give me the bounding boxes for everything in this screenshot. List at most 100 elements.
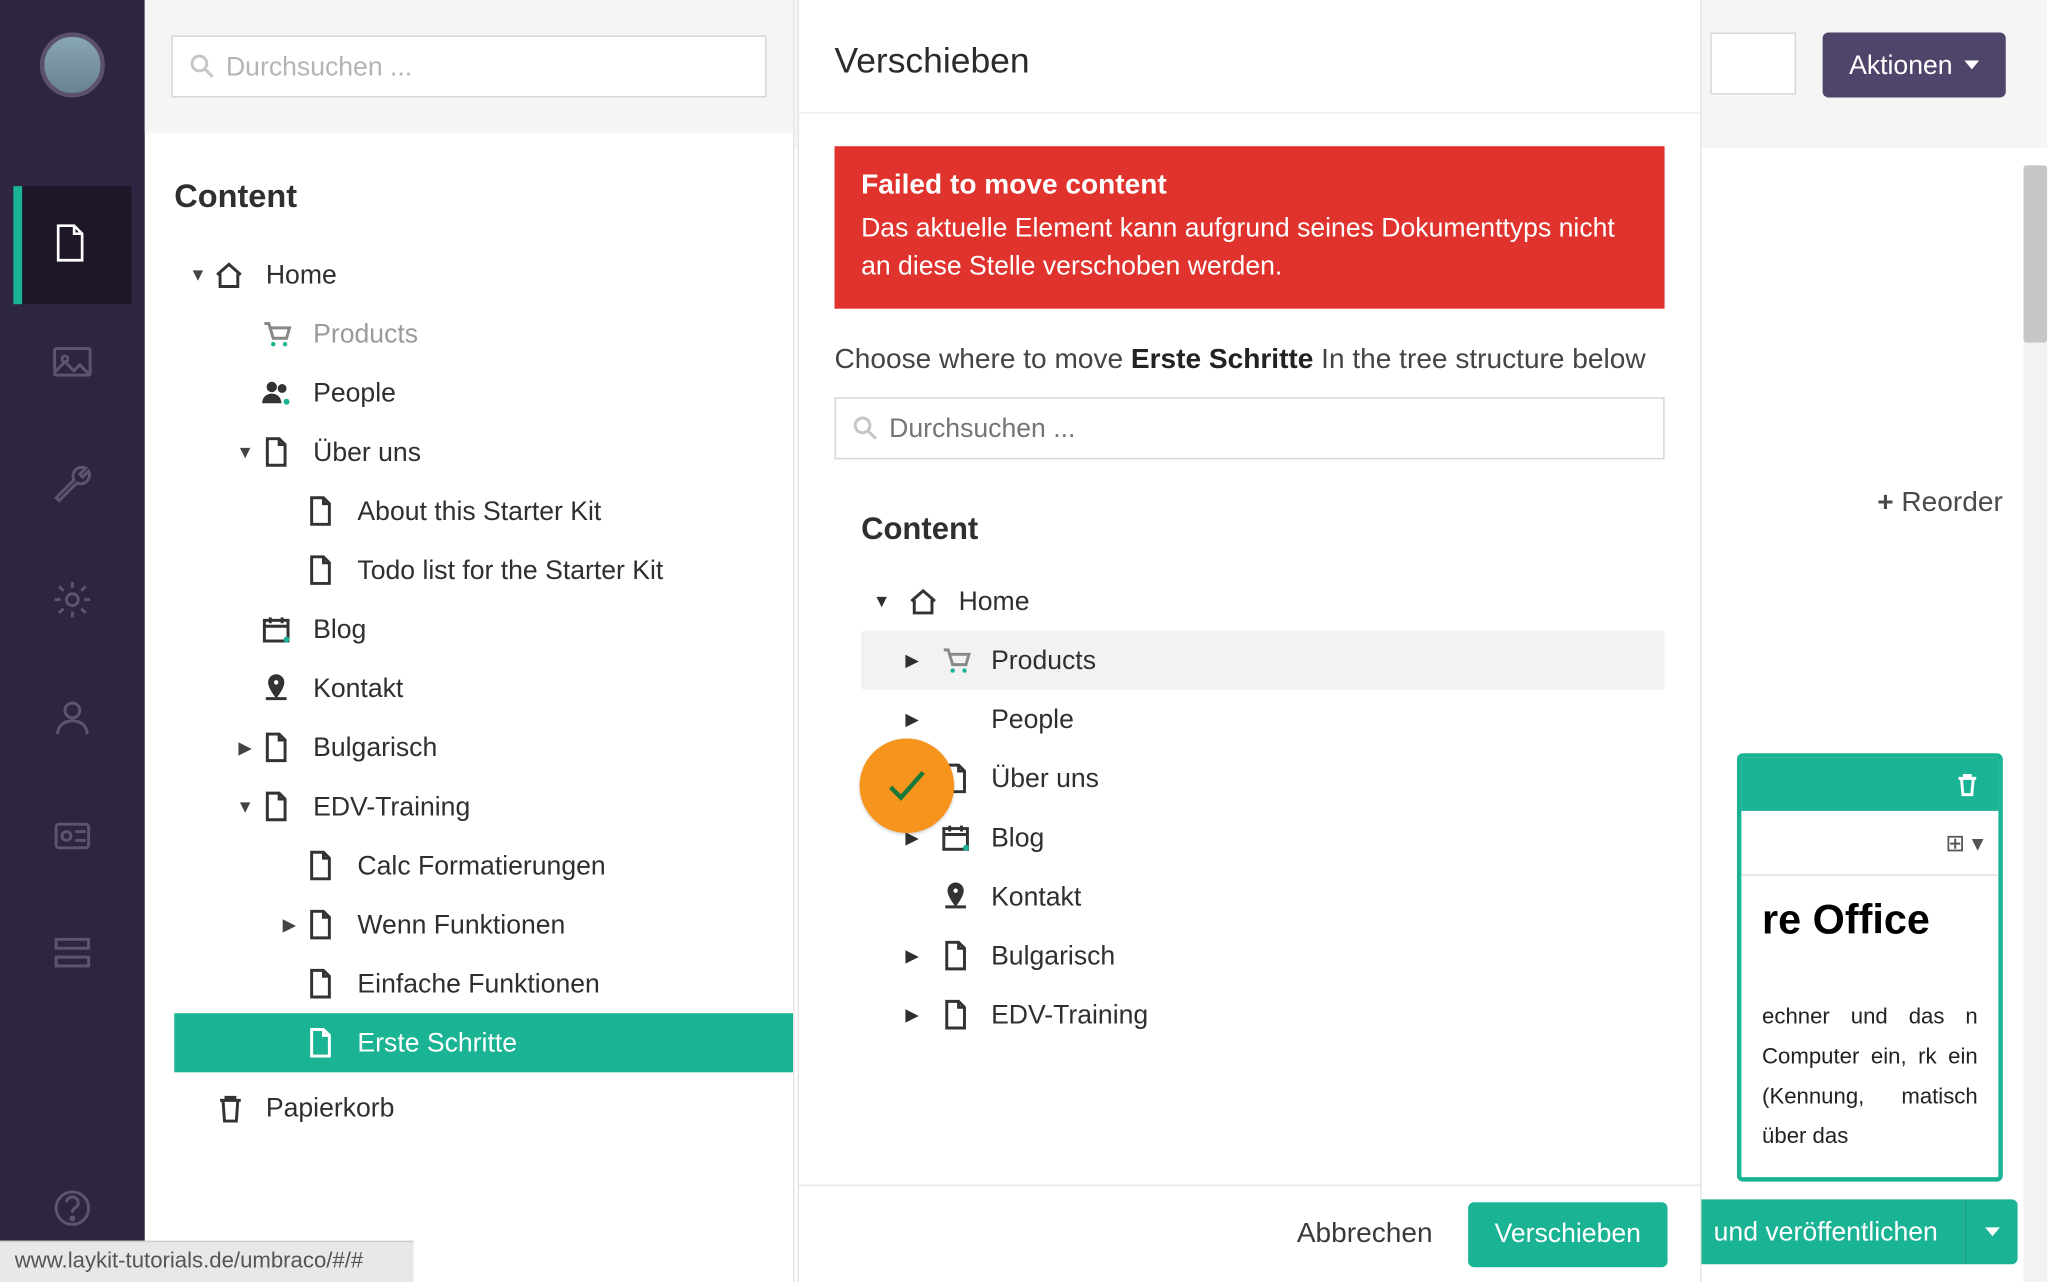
- modal-search-input[interactable]: [835, 398, 1665, 460]
- nav-settings[interactable]: [13, 422, 131, 540]
- map-pin-icon: [257, 672, 295, 704]
- modal-header: Verschieben: [799, 0, 1700, 114]
- publish-button[interactable]: und veröffentlichen: [1687, 1199, 1964, 1264]
- calendar-icon: [935, 821, 976, 853]
- search-icon: [852, 415, 879, 442]
- publish-dropdown-button[interactable]: [1964, 1199, 2017, 1264]
- nav-media[interactable]: [13, 304, 131, 422]
- modal-title: Verschieben: [835, 41, 1665, 82]
- move-button[interactable]: Verschieben: [1468, 1202, 1668, 1267]
- table-icon[interactable]: ⊞ ▾: [1945, 828, 1983, 858]
- editor-cap: [1741, 758, 1998, 811]
- search-icon: [189, 53, 221, 85]
- wrench-icon: [50, 459, 94, 503]
- choose-text: Choose where to move Erste Schritte In t…: [835, 344, 1665, 376]
- tree-node-edv[interactable]: ▼ EDV-Training: [174, 777, 793, 836]
- file-icon: [50, 223, 94, 267]
- home-icon: [902, 585, 943, 617]
- tree-label: Blog: [991, 822, 1044, 853]
- home-icon: [210, 258, 248, 290]
- modal-body: Failed to move content Das aktuelle Elem…: [799, 114, 1700, 1185]
- tree-node-bulgarisch[interactable]: ▶ Bulgarisch: [174, 718, 793, 777]
- modal-footer: Abbrechen Verschieben: [799, 1185, 1700, 1282]
- tree-node-edv-erste[interactable]: Erste Schritte: [174, 1013, 793, 1072]
- modal-node-bulgarisch[interactable]: ▶ Bulgarisch: [861, 926, 1664, 985]
- modal-node-kontakt[interactable]: ▶ Kontakt: [861, 867, 1664, 926]
- tree-node-edv-einfache[interactable]: Einfache Funktionen: [174, 954, 793, 1013]
- tree-node-blog[interactable]: Blog: [174, 600, 793, 659]
- file-icon: [257, 436, 295, 468]
- publish-bar: und veröffentlichen: [1687, 1199, 2018, 1264]
- trash-icon: [210, 1092, 248, 1124]
- tree-label: Home: [266, 259, 337, 290]
- modal-node-products[interactable]: ▶ Products: [861, 631, 1664, 690]
- actions-button[interactable]: Aktionen: [1823, 32, 2006, 97]
- image-icon: [50, 341, 94, 385]
- left-panel: Content ▼ Home Products People ▼ Über un…: [145, 0, 795, 1282]
- alert-title: Failed to move content: [861, 170, 1638, 202]
- file-icon: [301, 1027, 339, 1059]
- nav-content[interactable]: [13, 186, 131, 304]
- status-bar: www.laykit-tutorials.de/umbraco/#/#: [0, 1241, 414, 1282]
- gear-icon: [50, 578, 94, 622]
- modal-node-uber[interactable]: ▶ Über uns: [861, 749, 1664, 808]
- file-icon: [301, 967, 339, 999]
- tree-node-products[interactable]: Products: [174, 304, 793, 363]
- scrollbar-thumb[interactable]: [2023, 165, 2047, 342]
- left-search-input[interactable]: [171, 35, 766, 97]
- tree-label: People: [313, 377, 396, 408]
- help-icon: [50, 1186, 94, 1230]
- left-search-wrap: [145, 0, 793, 133]
- nav-users[interactable]: [13, 659, 131, 777]
- unknown-input[interactable]: [1710, 32, 1796, 94]
- tree-label: Bulgarisch: [991, 940, 1115, 971]
- file-icon: [301, 495, 339, 527]
- tree-label: Home: [959, 586, 1030, 617]
- tree-label: Kontakt: [313, 673, 403, 704]
- people-icon: [257, 377, 295, 409]
- tree-node-uber-uns[interactable]: ▼ Über uns: [174, 422, 793, 481]
- tree-label: Über uns: [313, 436, 421, 467]
- modal-node-home[interactable]: ▼ Home: [861, 572, 1664, 631]
- tree-label: Todo list for the Starter Kit: [357, 555, 663, 586]
- tree-label: Kontakt: [991, 881, 1081, 912]
- tree-label: EDV-Training: [313, 791, 470, 822]
- tree-label: Blog: [313, 614, 366, 645]
- tree-node-edv-wenn[interactable]: ▶ Wenn Funktionen: [174, 895, 793, 954]
- tree-title: Content: [174, 177, 793, 215]
- tree-label: Bulgarisch: [313, 732, 437, 763]
- badge-icon: [50, 814, 94, 858]
- cancel-button[interactable]: Abbrechen: [1297, 1218, 1433, 1250]
- tree-node-home[interactable]: ▼ Home: [174, 245, 793, 304]
- nav-members[interactable]: [13, 777, 131, 895]
- nav-developer[interactable]: [13, 541, 131, 659]
- file-icon: [301, 908, 339, 940]
- modal-node-blog[interactable]: ▶ Blog: [861, 808, 1664, 867]
- modal-node-edv[interactable]: ▶ EDV-Training: [861, 985, 1664, 1044]
- cart-icon: [257, 318, 295, 350]
- file-icon: [301, 554, 339, 586]
- tree-node-kontakt[interactable]: Kontakt: [174, 659, 793, 718]
- scrollbar[interactable]: [2023, 165, 2047, 1282]
- tree-node-edv-calc[interactable]: Calc Formatierungen: [174, 836, 793, 895]
- avatar[interactable]: [40, 32, 105, 97]
- file-icon: [257, 790, 295, 822]
- tree-node-recycle[interactable]: Papierkorb: [174, 1078, 793, 1137]
- tree-node-todo-starter[interactable]: Todo list for the Starter Kit: [174, 541, 793, 600]
- tree-node-people[interactable]: People: [174, 363, 793, 422]
- tree-label: Über uns: [991, 763, 1099, 794]
- user-icon: [50, 696, 94, 740]
- move-modal: Verschieben Failed to move content Das a…: [798, 0, 1702, 1282]
- tree-node-about-starter[interactable]: About this Starter Kit: [174, 482, 793, 541]
- check-icon: [885, 764, 929, 808]
- nav-forms[interactable]: [13, 895, 131, 1013]
- error-alert: Failed to move content Das aktuelle Elem…: [835, 146, 1665, 309]
- trash-icon[interactable]: [1954, 771, 1981, 798]
- tree-label: EDV-Training: [991, 999, 1148, 1030]
- actions-label: Aktionen: [1849, 49, 1952, 80]
- modal-node-people[interactable]: ▶ · People: [861, 690, 1664, 749]
- tree-label: Products: [313, 318, 418, 349]
- editor-toolbar: ⊞ ▾: [1741, 811, 1998, 876]
- editor-title: re Office: [1762, 897, 1978, 944]
- file-icon: [935, 999, 976, 1031]
